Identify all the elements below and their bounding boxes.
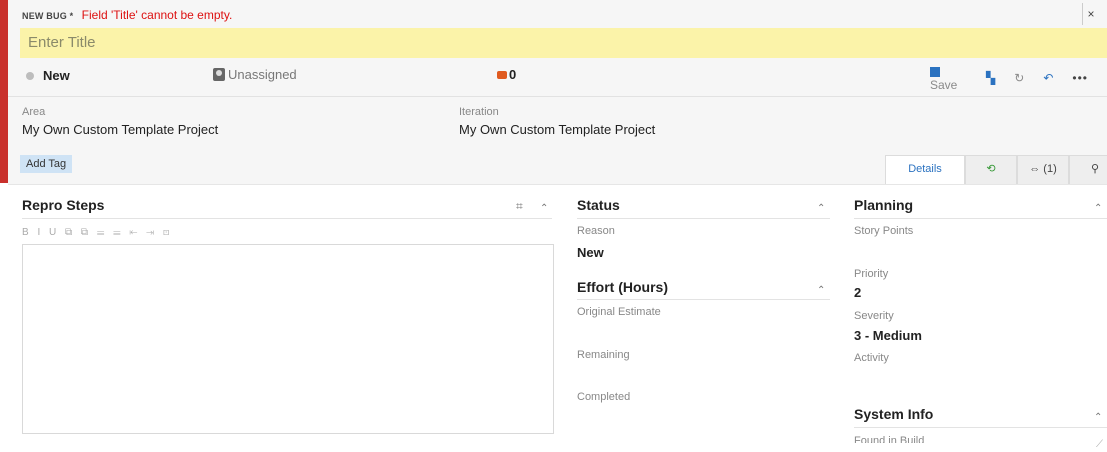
close-icon: × xyxy=(1087,7,1095,21)
system-info-divider xyxy=(854,427,1107,428)
area-value: My Own Custom Template Project xyxy=(22,122,219,137)
save-close-icon: ▚ xyxy=(986,71,996,85)
collapse-planning-icon[interactable]: ⌃ xyxy=(1094,203,1102,214)
resize-handle-icon[interactable]: ⟋ xyxy=(1096,439,1103,450)
undo-icon: ↶ xyxy=(1043,71,1054,85)
comment-count: 0 xyxy=(509,67,517,82)
collapse-effort-icon[interactable]: ⌃ xyxy=(817,285,825,296)
refresh-button[interactable]: ↻ xyxy=(1014,71,1024,85)
validation-error: Field 'Title' cannot be empty. xyxy=(81,8,233,22)
add-tag-button[interactable]: Add Tag xyxy=(20,155,73,173)
discussion-count[interactable]: 0 xyxy=(497,67,516,82)
tab-attachments[interactable]: ⚲ xyxy=(1069,155,1107,184)
iteration-label: Iteration xyxy=(459,106,499,118)
rich-text-toolbar[interactable]: B I U ⧉ ⧉ ☰ ☰ ⇤ ⇥ ⊡ xyxy=(22,227,172,238)
assigned-to-value: Unassigned xyxy=(228,67,297,82)
assigned-to-control[interactable]: Unassigned xyxy=(213,67,297,82)
refresh-icon: ↻ xyxy=(1014,71,1025,85)
comment-icon xyxy=(497,70,507,79)
original-estimate-input[interactable] xyxy=(577,322,817,340)
status-divider xyxy=(577,218,830,219)
priority-value[interactable]: 2 xyxy=(854,285,861,300)
completed-label: Completed xyxy=(577,391,631,403)
state-dot-icon xyxy=(26,71,34,80)
effort-section-title: Effort (Hours) xyxy=(577,279,668,295)
save-button[interactable]: Save xyxy=(930,64,967,92)
work-item-toolbar: Save ▚ ↻ ↶ ••• xyxy=(930,64,1107,92)
repro-steps-title: Repro Steps xyxy=(22,197,105,213)
user-avatar-icon xyxy=(213,68,225,81)
system-info-section-title: System Info xyxy=(854,406,934,422)
priority-label: Priority xyxy=(854,268,889,280)
activity-label: Activity xyxy=(854,352,889,364)
history-icon: ⟲ xyxy=(986,163,996,175)
completed-input[interactable] xyxy=(577,407,817,425)
more-actions-button[interactable]: ••• xyxy=(1072,71,1088,85)
planning-divider xyxy=(854,218,1107,219)
story-points-input[interactable] xyxy=(854,241,1094,259)
collapse-status-icon[interactable]: ⌃ xyxy=(817,203,825,214)
attachment-icon: ⚲ xyxy=(1090,163,1100,175)
iteration-value: My Own Custom Template Project xyxy=(459,122,656,137)
area-label: Area xyxy=(22,106,46,118)
header-topline: NEW BUG * Field 'Title' cannot be empty. xyxy=(22,8,232,22)
severity-value[interactable]: 3 - Medium xyxy=(854,328,922,343)
tab-history[interactable]: ⟲ xyxy=(965,155,1017,184)
link-icon: ⇔ xyxy=(1029,163,1041,175)
reason-label: Reason xyxy=(577,225,615,237)
tab-links[interactable]: ⇔ (1) xyxy=(1017,155,1069,184)
form-tabs: Details ⟲ ⇔ (1) ⚲ xyxy=(885,155,1107,184)
maximize-icon[interactable]: ⌗ xyxy=(516,199,523,214)
work-item-type: NEW BUG * xyxy=(22,11,74,21)
activity-input[interactable] xyxy=(854,368,1094,386)
remaining-input[interactable] xyxy=(577,365,817,383)
original-estimate-label: Original Estimate xyxy=(577,306,661,318)
repro-divider xyxy=(22,218,552,219)
area-field[interactable]: Area My Own Custom Template Project xyxy=(22,106,218,137)
severity-label: Severity xyxy=(854,310,894,322)
state-dropdown[interactable]: New xyxy=(26,68,70,83)
status-section-title: Status xyxy=(577,197,620,213)
work-item-color-bar xyxy=(0,0,8,183)
repro-steps-editor[interactable] xyxy=(22,244,554,434)
save-and-close-button[interactable]: ▚ xyxy=(986,71,995,85)
more-icon: ••• xyxy=(1072,71,1088,85)
remaining-label: Remaining xyxy=(577,349,630,361)
tab-details[interactable]: Details xyxy=(885,155,965,184)
save-icon xyxy=(930,66,940,77)
title-field-container xyxy=(20,28,1107,58)
story-points-label: Story Points xyxy=(854,225,914,237)
reason-value[interactable]: New xyxy=(577,245,604,260)
title-input[interactable] xyxy=(20,28,636,57)
undo-button[interactable]: ↶ xyxy=(1043,71,1053,85)
found-in-build-label: Found in Build xyxy=(854,435,925,443)
collapse-repro-icon[interactable]: ⌃ xyxy=(540,203,548,214)
effort-divider xyxy=(577,299,830,300)
planning-section-title: Planning xyxy=(854,197,914,213)
state-value: New xyxy=(43,68,70,83)
links-count: (1) xyxy=(1043,163,1057,175)
close-button[interactable]: × xyxy=(1082,3,1099,25)
collapse-system-info-icon[interactable]: ⌃ xyxy=(1094,412,1102,423)
iteration-field[interactable]: Iteration My Own Custom Template Project xyxy=(459,106,655,137)
